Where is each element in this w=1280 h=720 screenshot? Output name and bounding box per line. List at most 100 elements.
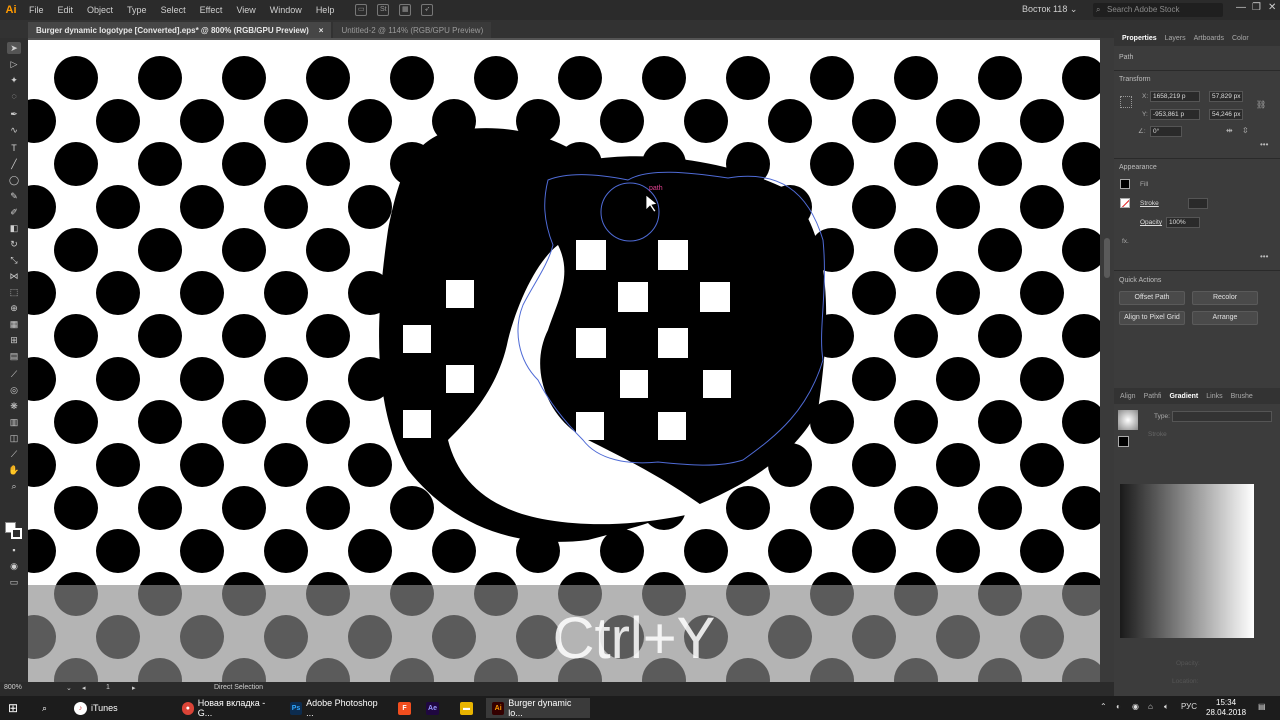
reference-point-icon[interactable] [1120, 96, 1132, 108]
gradient-preview[interactable] [1120, 484, 1254, 638]
workspace-switcher[interactable]: Восток 118 ⌄ [1022, 4, 1077, 15]
taskbar-after-effects[interactable]: Ae [420, 698, 445, 718]
more-options-icon[interactable]: ••• [1260, 252, 1268, 261]
artboard-number[interactable]: 1 [106, 684, 110, 691]
system-clock[interactable]: 15:34 28.04.2018 [1206, 698, 1246, 718]
color-mode-icon[interactable]: ▪ [7, 544, 21, 556]
hand-tool-icon[interactable]: ✋ [7, 464, 21, 476]
recolor-button[interactable]: Recolor [1192, 291, 1258, 305]
perspective-grid-icon[interactable]: ▦ [7, 318, 21, 330]
taskbar-photoshop[interactable]: Ps Adobe Photoshop ... [284, 698, 388, 718]
volume-icon[interactable]: 🔈︎ [1164, 702, 1169, 712]
menu-object[interactable]: Object [80, 0, 120, 20]
artboard[interactable]: path Ctrl+Y [28, 40, 1100, 682]
constrain-proportions-icon[interactable]: ⛓ [1256, 100, 1266, 109]
pen-tool-icon[interactable]: ✒ [7, 108, 21, 120]
gradient-type-select[interactable] [1172, 411, 1272, 422]
tray-icon-2[interactable]: ◉ [1132, 702, 1139, 711]
taskbar-illustrator[interactable]: Ai Burger dynamic lo... [486, 698, 590, 718]
tab-gradient[interactable]: Gradient [1165, 393, 1202, 400]
eraser-icon[interactable]: ◧ [7, 222, 21, 234]
height-field[interactable]: 54,246 px [1209, 109, 1243, 120]
line-tool-icon[interactable]: ╱ [7, 158, 21, 170]
next-artboard-icon[interactable]: ▸ [132, 684, 136, 692]
tab-align[interactable]: Align [1116, 393, 1140, 400]
gradient-fill-swatch[interactable] [1118, 436, 1129, 447]
flip-vertical-icon[interactable]: ⇳ [1242, 126, 1249, 135]
curvature-icon[interactable]: ∿ [7, 124, 21, 136]
arrange-button[interactable]: Arrange [1192, 311, 1258, 325]
draw-mode-icon[interactable]: ◉ [7, 560, 21, 572]
arrange-documents-icon[interactable]: ▦ [399, 4, 412, 16]
language-indicator[interactable]: РУС [1181, 702, 1197, 711]
minimize-icon[interactable]: — [1236, 2, 1246, 13]
tab-brushes[interactable]: Brushe [1227, 393, 1257, 400]
taskbar-explorer[interactable]: ▬ [454, 698, 483, 718]
tab-color[interactable]: Color [1228, 35, 1253, 42]
gradient-thumbnail[interactable] [1118, 410, 1138, 430]
menu-select[interactable]: Select [154, 0, 193, 20]
taskbar-chrome[interactable]: ● Новая вкладка - G... [176, 698, 280, 718]
menu-view[interactable]: View [229, 0, 262, 20]
maximize-icon[interactable]: ❐ [1252, 2, 1261, 13]
selection-tool-icon[interactable]: ➤ [7, 42, 21, 54]
menu-file[interactable]: File [22, 0, 51, 20]
shaper-icon[interactable]: ✐ [7, 206, 21, 218]
paintbrush-icon[interactable]: ✎ [7, 190, 21, 202]
more-options-icon[interactable]: ••• [1260, 140, 1268, 149]
x-field[interactable]: 1658,219 p [1150, 91, 1200, 102]
stock-icon[interactable]: St [377, 4, 390, 16]
mesh-tool-icon[interactable]: ⊞ [7, 334, 21, 346]
tab-links[interactable]: Links [1202, 393, 1226, 400]
menu-effect[interactable]: Effect [193, 0, 230, 20]
menu-edit[interactable]: Edit [51, 0, 81, 20]
tab-artboards[interactable]: Artboards [1190, 35, 1228, 42]
width-tool-icon[interactable]: ⋈ [7, 270, 21, 282]
align-to-pixel-grid-button[interactable]: Align to Pixel Grid [1119, 311, 1185, 325]
tab-layers[interactable]: Layers [1161, 35, 1190, 42]
tab-close-icon[interactable]: × [319, 26, 324, 35]
rotate-icon[interactable]: ↻ [7, 238, 21, 250]
notifications-icon[interactable]: ▤ [1258, 702, 1266, 711]
free-transform-icon[interactable]: ⬚ [7, 286, 21, 298]
symbol-sprayer-icon[interactable]: ❋ [7, 400, 21, 412]
stroke-label[interactable]: Stroke [1140, 200, 1159, 207]
offset-path-button[interactable]: Offset Path [1119, 291, 1185, 305]
menu-type[interactable]: Type [120, 0, 154, 20]
canvas-area[interactable]: path Ctrl+Y [28, 38, 1100, 682]
tray-expand-icon[interactable]: ⌃ [1100, 702, 1107, 711]
screen-mode-icon[interactable]: ▭ [7, 576, 21, 588]
prev-artboard-icon[interactable]: ◂ [82, 684, 86, 692]
fx-icon[interactable]: fx. [1122, 238, 1129, 245]
direct-selection-tool-icon[interactable]: ▷ [7, 58, 21, 70]
zoom-tool-icon[interactable]: ⌕ [7, 480, 21, 492]
search-icon[interactable]: ⌕ [36, 698, 53, 718]
flip-horizontal-icon[interactable]: ⇹ [1226, 126, 1233, 135]
type-tool-icon[interactable]: T [7, 142, 21, 154]
width-field[interactable]: 57,829 px [1209, 91, 1243, 102]
artboard-tool-icon[interactable]: ◫ [7, 432, 21, 444]
rotate-field[interactable]: 0° [1150, 126, 1182, 137]
stroke-swatch[interactable] [11, 528, 22, 539]
stroke-weight-field[interactable] [1188, 198, 1208, 209]
opacity-field[interactable]: 100% [1166, 217, 1200, 228]
taskbar-itunes[interactable]: ♪ iTunes [68, 698, 172, 718]
y-field[interactable]: -953,861 p [1150, 109, 1200, 120]
stock-search-input[interactable]: ⌕ Search Adobe Stock [1093, 3, 1223, 17]
start-button[interactable]: ⊞ [2, 698, 24, 718]
tab-pathfinder[interactable]: Pathfi [1140, 393, 1166, 400]
close-icon[interactable]: ✕ [1268, 2, 1276, 13]
menu-window[interactable]: Window [263, 0, 309, 20]
chevron-down-icon[interactable]: ⌄ [66, 684, 72, 692]
menu-help[interactable]: Help [309, 0, 342, 20]
zoom-level[interactable]: 800% [4, 684, 22, 691]
vertical-scrollbar[interactable] [1100, 38, 1114, 682]
bridge-icon[interactable]: ▭ [355, 4, 368, 16]
opacity-label[interactable]: Opacity [1140, 219, 1162, 226]
stroke-none-swatch[interactable] [1120, 198, 1130, 208]
eyedropper-icon[interactable]: ⟋ [7, 368, 21, 380]
network-icon[interactable]: ⌂ [1148, 702, 1153, 711]
tab-properties[interactable]: Properties [1118, 35, 1161, 42]
graph-tool-icon[interactable]: ▥ [7, 416, 21, 428]
shape-builder-icon[interactable]: ⊕ [7, 302, 21, 314]
